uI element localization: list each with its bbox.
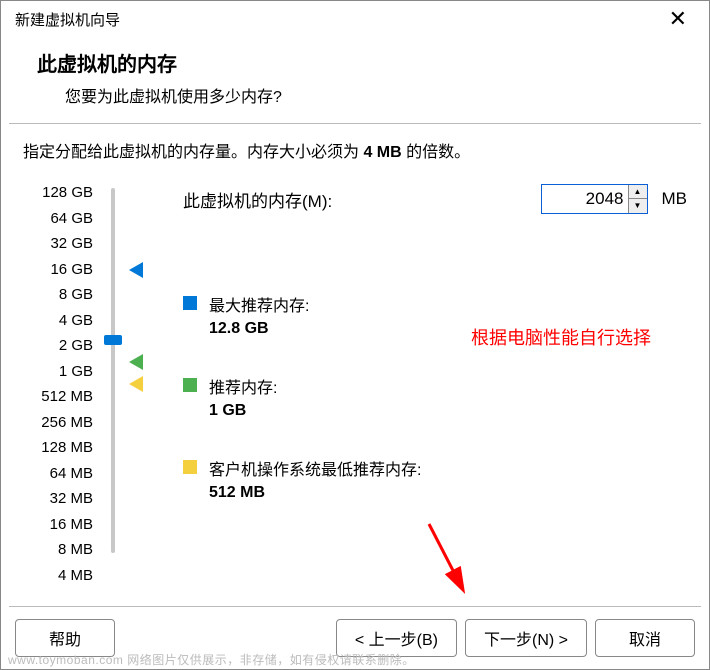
legend-title: 客户机操作系统最低推荐内存:: [209, 456, 421, 480]
desc-bold: 4 MB: [363, 144, 401, 161]
spinner-down-icon[interactable]: ▼: [629, 199, 647, 213]
body: 指定分配给此虚拟机的内存量。内存大小必须为 4 MB 的倍数。 128 GB 6…: [1, 124, 709, 606]
page-title: 此虚拟机的内存: [37, 48, 673, 77]
spinner-buttons: ▲ ▼: [628, 185, 647, 213]
cancel-button[interactable]: 取消: [595, 619, 695, 657]
spinner-up-icon[interactable]: ▲: [629, 185, 647, 199]
header: 此虚拟机的内存 您要为此虚拟机使用多少内存?: [1, 38, 709, 123]
memory-input-row: 此虚拟机的内存(M): ▲ ▼ MB: [183, 184, 687, 214]
scale-label: 1 GB: [59, 363, 93, 381]
slider-thumb[interactable]: [104, 335, 122, 345]
scale-label: 256 MB: [41, 414, 93, 432]
watermark: www.toymoban.com 网络图片仅供展示，非存储，如有侵权请联系删除。: [8, 651, 415, 668]
main-area: 128 GB 64 GB 32 GB 16 GB 8 GB 4 GB 2 GB …: [23, 184, 687, 596]
legend-text: 最大推荐内存: 12.8 GB: [209, 292, 309, 338]
desc-prefix: 指定分配给此虚拟机的内存量。内存大小必须为: [23, 144, 363, 161]
legend-value: 512 MB: [209, 484, 421, 502]
arrow-icon: [421, 516, 471, 596]
close-icon[interactable]: ✕: [661, 6, 695, 32]
memory-scale: 128 GB 64 GB 32 GB 16 GB 8 GB 4 GB 2 GB …: [23, 184, 163, 596]
scale-label: 128 GB: [42, 184, 93, 202]
scale-label: 4 GB: [59, 312, 93, 330]
scale-label: 32 MB: [50, 490, 93, 508]
scale-label: 8 GB: [59, 286, 93, 304]
scale-label: 64 GB: [50, 210, 93, 228]
legend-value: 12.8 GB: [209, 320, 309, 338]
annotation-text: 根据电脑性能自行选择: [471, 324, 651, 350]
rec-marker-icon: [129, 354, 143, 370]
scale-labels: 128 GB 64 GB 32 GB 16 GB 8 GB 4 GB 2 GB …: [23, 184, 93, 596]
scale-label: 32 GB: [50, 235, 93, 253]
square-icon: [183, 296, 197, 310]
scale-label: 2 GB: [59, 337, 93, 355]
max-marker-icon: [129, 262, 143, 278]
slider-track-wrap: [93, 184, 163, 596]
legend-text: 推荐内存: 1 GB: [209, 374, 277, 420]
legend-rec: 推荐内存: 1 GB: [183, 374, 687, 420]
legend-value: 1 GB: [209, 402, 277, 420]
scale-label: 4 MB: [58, 567, 93, 585]
square-icon: [183, 378, 197, 392]
square-icon: [183, 460, 197, 474]
window-title: 新建虚拟机向导: [15, 9, 120, 30]
titlebar: 新建虚拟机向导 ✕: [1, 1, 709, 38]
scale-label: 512 MB: [41, 388, 93, 406]
scale-label: 64 MB: [50, 465, 93, 483]
wizard-window: 新建虚拟机向导 ✕ 此虚拟机的内存 您要为此虚拟机使用多少内存? 指定分配给此虚…: [0, 0, 710, 670]
memory-label: 此虚拟机的内存(M):: [183, 187, 332, 212]
min-marker-icon: [129, 376, 143, 392]
scale-label: 16 MB: [50, 516, 93, 534]
memory-spinner[interactable]: ▲ ▼: [541, 184, 648, 214]
legend-title: 推荐内存:: [209, 374, 277, 398]
next-button[interactable]: 下一步(N) >: [465, 619, 587, 657]
memory-unit: MB: [662, 189, 688, 209]
desc-suffix: 的倍数。: [402, 144, 470, 161]
legend-min: 客户机操作系统最低推荐内存: 512 MB: [183, 456, 687, 502]
scale-label: 128 MB: [41, 439, 93, 457]
description: 指定分配给此虚拟机的内存量。内存大小必须为 4 MB 的倍数。: [23, 138, 687, 162]
legend-text: 客户机操作系统最低推荐内存: 512 MB: [209, 456, 421, 502]
info-column: 此虚拟机的内存(M): ▲ ▼ MB 最大推荐内存:: [163, 184, 687, 596]
scale-label: 16 GB: [50, 261, 93, 279]
page-subtitle: 您要为此虚拟机使用多少内存?: [37, 83, 673, 107]
memory-input[interactable]: [542, 187, 628, 211]
slider-track[interactable]: [111, 188, 115, 553]
legend-title: 最大推荐内存:: [209, 292, 309, 316]
scale-label: 8 MB: [58, 541, 93, 559]
